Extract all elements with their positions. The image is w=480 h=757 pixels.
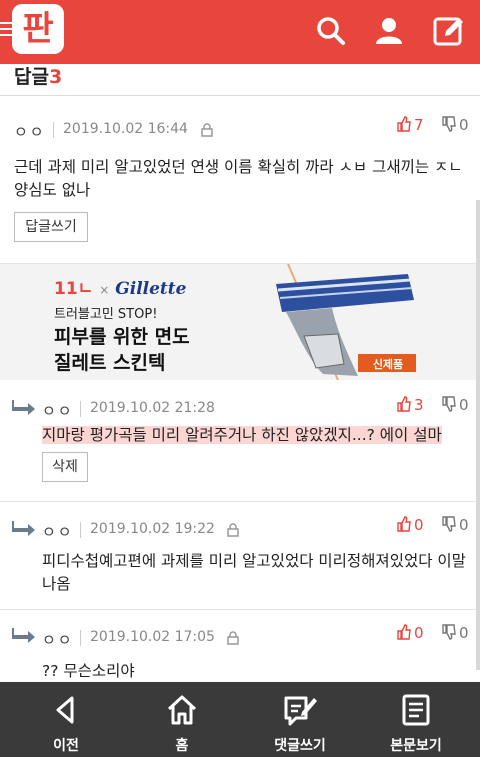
app-header: 판 bbox=[0, 0, 480, 64]
comment-item: ㅇㅇ 2019.10.02 19:22 0 0 피디수첩예고편에 과제를 미리 … bbox=[0, 502, 480, 610]
upvote-count: 0 bbox=[414, 516, 424, 534]
downvote-button[interactable]: 0 bbox=[441, 396, 469, 414]
comment-text: 근데 과제 미리 알고있었던 연생 이름 확실히 까라 ㅅㅂ 그새끼는 ㅈㄴ 양… bbox=[14, 158, 463, 199]
nav-home-label: 홈 bbox=[175, 738, 189, 754]
downvote-count: 0 bbox=[459, 116, 469, 134]
upvote-button[interactable]: 3 bbox=[396, 396, 424, 414]
delete-button[interactable]: 삭제 bbox=[42, 452, 88, 482]
comment-text: ?? 무슨소리야 bbox=[42, 662, 135, 680]
bottom-nav: 이전 홈 댓글쓰기 본문보기 bbox=[0, 682, 480, 757]
ad-brand-x: × bbox=[99, 283, 110, 297]
comment-author: ㅇㅇ bbox=[42, 402, 74, 420]
write-icon[interactable] bbox=[432, 14, 466, 48]
upvote-count: 3 bbox=[414, 396, 424, 414]
replies-count: 3 bbox=[48, 66, 63, 88]
ad-brand-11st: 11ㄴ bbox=[54, 279, 94, 299]
reply-arrow-icon bbox=[12, 400, 35, 415]
divider bbox=[53, 122, 54, 138]
upvote-button[interactable]: 0 bbox=[396, 516, 424, 534]
replies-heading: 답글3 bbox=[14, 62, 62, 89]
comment-author: ㅇㅇ bbox=[42, 631, 74, 649]
user-icon[interactable] bbox=[372, 14, 406, 48]
upvote-button[interactable]: 7 bbox=[396, 116, 424, 134]
comment-author: ㅇㅇ bbox=[42, 523, 74, 541]
divider bbox=[80, 401, 81, 417]
comment-author: ㅇㅇ bbox=[14, 123, 46, 141]
divider bbox=[80, 630, 81, 646]
thumbs-up-icon bbox=[397, 396, 411, 412]
upvote-count: 7 bbox=[414, 116, 424, 134]
lock-icon bbox=[227, 631, 239, 645]
scrollbar[interactable] bbox=[476, 200, 480, 670]
reply-arrow-icon bbox=[12, 628, 35, 643]
thumbs-down-icon bbox=[442, 116, 456, 132]
comment-write-icon bbox=[284, 696, 317, 726]
back-arrow-icon bbox=[56, 696, 74, 724]
comment-date: 2019.10.02 19:22 bbox=[90, 521, 215, 537]
replies-label: 답글 bbox=[14, 66, 49, 88]
ad-headline-2: 질레트 스킨텍 bbox=[54, 352, 166, 374]
upvote-button[interactable]: 0 bbox=[396, 624, 424, 642]
pann-logo[interactable]: 판 bbox=[12, 4, 64, 54]
comment-item: ㅇㅇ 2019.10.02 21:28 3 0 지마랑 평가곡들 미리 알려주거… bbox=[0, 380, 480, 502]
comment-date: 2019.10.02 21:28 bbox=[90, 400, 215, 416]
nav-view-post-label: 본문보기 bbox=[390, 738, 442, 754]
ad-brand: 11ㄴ × Gillette bbox=[54, 274, 186, 299]
comment-text: 피디수첩예고편에 과제를 미리 알고있었다 미리정해져있었다 이말 나옴 bbox=[42, 552, 466, 593]
comment-item: ㅇㅇ 2019.10.02 16:44 7 0 근데 과제 미리 알고있었던 연… bbox=[0, 96, 480, 264]
nav-write-reply-label: 댓글쓰기 bbox=[274, 738, 326, 754]
comment-date: 2019.10.02 16:44 bbox=[63, 121, 188, 137]
downvote-count: 0 bbox=[459, 624, 469, 642]
downvote-count: 0 bbox=[459, 396, 469, 414]
downvote-count: 0 bbox=[459, 516, 469, 534]
downvote-button[interactable]: 0 bbox=[441, 516, 469, 534]
nav-view-post-button[interactable]: 본문보기 bbox=[356, 682, 476, 757]
lock-icon bbox=[227, 523, 239, 537]
ad-headline-1: 피부를 위한 면도 bbox=[54, 326, 190, 348]
nav-home-button[interactable]: 홈 bbox=[122, 682, 242, 757]
comment-date: 2019.10.02 17:05 bbox=[90, 629, 215, 645]
thumbs-down-icon bbox=[442, 516, 456, 532]
nav-prev-button[interactable]: 이전 bbox=[6, 682, 126, 757]
nav-write-reply-button[interactable]: 댓글쓰기 bbox=[240, 682, 360, 757]
thumbs-up-icon bbox=[397, 116, 411, 132]
ad-tagline: 트러블고민 STOP! bbox=[54, 307, 158, 322]
upvote-count: 0 bbox=[414, 624, 424, 642]
write-reply-button[interactable]: 답글쓰기 bbox=[14, 212, 88, 242]
ad-badge: 신제품 bbox=[372, 358, 404, 371]
thumbs-up-icon bbox=[397, 624, 411, 640]
comment-text-highlight: 지마랑 평가곡들 미리 알려주거나 하진 않았겠지...? 에이 설마 bbox=[42, 426, 442, 444]
ad-banner[interactable]: 11ㄴ × Gillette 트러블고민 STOP! 피부를 위한 면도 질레트… bbox=[0, 264, 480, 380]
comment-text: 지마랑 평가곡들 미리 알려주거나 하진 않았겠지...? 에이 설마 bbox=[42, 424, 462, 447]
divider bbox=[80, 522, 81, 538]
comment-item: ㅇㅇ 2019.10.02 17:05 0 0 ?? 무슨소리야 bbox=[0, 610, 480, 682]
thumbs-down-icon bbox=[442, 624, 456, 640]
thumbs-up-icon bbox=[397, 516, 411, 532]
search-icon[interactable] bbox=[314, 14, 348, 48]
nav-prev-label: 이전 bbox=[53, 738, 79, 754]
reply-arrow-icon bbox=[12, 521, 35, 536]
thumbs-down-icon bbox=[442, 396, 456, 412]
lock-icon bbox=[201, 123, 213, 137]
ad-brand-gillette: Gillette bbox=[115, 279, 187, 299]
downvote-button[interactable]: 0 bbox=[441, 624, 469, 642]
document-icon bbox=[402, 694, 430, 726]
home-icon bbox=[167, 695, 197, 725]
downvote-button[interactable]: 0 bbox=[441, 116, 469, 134]
